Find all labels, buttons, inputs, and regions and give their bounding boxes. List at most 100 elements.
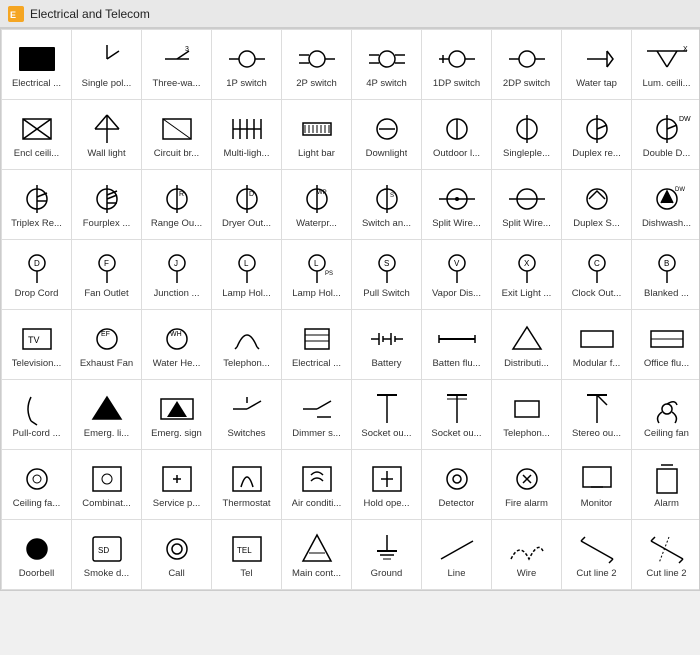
symbol-cell-outdoor-l[interactable]: Outdoor l... bbox=[422, 100, 492, 170]
symbol-cell-thermostat[interactable]: Thermostat bbox=[212, 450, 282, 520]
electrical-box-icon bbox=[15, 40, 59, 78]
symbol-cell-emerg-sign[interactable]: Emerg. sign bbox=[142, 380, 212, 450]
symbol-cell-electrical2[interactable]: Electrical ... bbox=[282, 310, 352, 380]
cell-label-47: Distributi... bbox=[504, 358, 549, 369]
symbol-cell-junction[interactable]: JJunction ... bbox=[142, 240, 212, 310]
cell-label-65: Hold ope... bbox=[364, 498, 410, 509]
symbol-cell-drop-cord[interactable]: DDrop Cord bbox=[2, 240, 72, 310]
symbol-cell-exit-light[interactable]: XExit Light ... bbox=[492, 240, 562, 310]
symbol-cell-switches[interactable]: Switches bbox=[212, 380, 282, 450]
symbol-cell-office-flu[interactable]: Office flu... bbox=[632, 310, 700, 380]
symbol-cell-clock-out[interactable]: CClock Out... bbox=[562, 240, 632, 310]
symbol-cell-water-tap[interactable]: Water tap bbox=[562, 30, 632, 100]
symbol-cell-call[interactable]: Call bbox=[142, 520, 212, 590]
cell-label-59: Ceiling fan bbox=[644, 428, 689, 439]
symbol-cell-telephon2[interactable]: Telephon... bbox=[492, 380, 562, 450]
symbol-cell-emerg-li[interactable]: Emerg. li... bbox=[72, 380, 142, 450]
symbol-cell-cut-line2[interactable]: Cut line 2 bbox=[562, 520, 632, 590]
symbol-cell-battery[interactable]: Battery bbox=[352, 310, 422, 380]
symbol-cell-1p-switch[interactable]: 1P switch bbox=[212, 30, 282, 100]
symbol-cell-lamp-hol1[interactable]: LLamp Hol... bbox=[212, 240, 282, 310]
symbol-cell-wire[interactable]: Wire bbox=[492, 520, 562, 590]
symbol-cell-encl-ceil[interactable]: Encl ceili... bbox=[2, 100, 72, 170]
symbol-cell-batten-flu[interactable]: Batten flu... bbox=[422, 310, 492, 380]
symbol-cell-modular-f[interactable]: Modular f... bbox=[562, 310, 632, 380]
symbol-cell-distributi[interactable]: Distributi... bbox=[492, 310, 562, 380]
wire-icon bbox=[505, 530, 549, 568]
symbol-cell-lamp-hol2[interactable]: LPSLamp Hol... bbox=[282, 240, 352, 310]
symbol-cell-service-p[interactable]: Service p... bbox=[142, 450, 212, 520]
symbol-cell-waterpr[interactable]: WPWaterpr... bbox=[282, 170, 352, 240]
symbol-cell-exhaust-fan[interactable]: EFExhaust Fan bbox=[72, 310, 142, 380]
cell-label-61: Combinat... bbox=[82, 498, 131, 509]
symbol-cell-downlight[interactable]: Downlight bbox=[352, 100, 422, 170]
cell-label-77: Wire bbox=[517, 568, 537, 579]
symbol-cell-blanked[interactable]: BBlanked ... bbox=[632, 240, 700, 310]
symbol-grid: Electrical ...Single pol...3Three-wa...1… bbox=[1, 29, 699, 590]
symbol-cell-socket-ou2[interactable]: Socket ou... bbox=[422, 380, 492, 450]
lamp-hol1-icon: L bbox=[225, 250, 269, 288]
symbol-cell-ceiling-fan[interactable]: Ceiling fan bbox=[632, 380, 700, 450]
symbol-cell-switch-an[interactable]: SSwitch an... bbox=[352, 170, 422, 240]
symbol-cell-three-way[interactable]: 3Three-wa... bbox=[142, 30, 212, 100]
svg-text:L: L bbox=[314, 259, 319, 268]
symbol-cell-television[interactable]: TVTelevision... bbox=[2, 310, 72, 380]
symbol-cell-ceiling-fa[interactable]: Ceiling fa... bbox=[2, 450, 72, 520]
svg-text:WP: WP bbox=[317, 190, 327, 196]
symbol-cell-stereo-ou[interactable]: Stereo ou... bbox=[562, 380, 632, 450]
symbol-cell-split-wire1[interactable]: Split Wire... bbox=[422, 170, 492, 240]
symbol-cell-2p-switch[interactable]: 2P switch bbox=[282, 30, 352, 100]
symbol-cell-telephon1[interactable]: Telephon... bbox=[212, 310, 282, 380]
symbol-cell-air-conditi[interactable]: Air conditi... bbox=[282, 450, 352, 520]
symbol-cell-fire-alarm[interactable]: Fire alarm bbox=[492, 450, 562, 520]
symbol-cell-combinat[interactable]: Combinat... bbox=[72, 450, 142, 520]
cell-label-55: Socket ou... bbox=[361, 428, 411, 439]
symbol-cell-detector[interactable]: Detector bbox=[422, 450, 492, 520]
symbol-cell-socket-ou1[interactable]: Socket ou... bbox=[352, 380, 422, 450]
symbol-cell-multi-light[interactable]: Multi-ligh... bbox=[212, 100, 282, 170]
symbol-cell-ground[interactable]: Ground bbox=[352, 520, 422, 590]
modular-f-icon bbox=[575, 320, 619, 358]
symbol-cell-monitor[interactable]: Monitor bbox=[562, 450, 632, 520]
symbol-cell-dishwash[interactable]: DWDishwash... bbox=[632, 170, 700, 240]
symbol-cell-1dp-switch[interactable]: 1DP switch bbox=[422, 30, 492, 100]
symbol-cell-range-ou[interactable]: RRange Ou... bbox=[142, 170, 212, 240]
outdoor-l-icon bbox=[435, 110, 479, 148]
symbol-cell-2dp-switch[interactable]: 2DP switch bbox=[492, 30, 562, 100]
single-pole-icon bbox=[85, 40, 129, 78]
symbol-cell-doorbell[interactable]: Doorbell bbox=[2, 520, 72, 590]
svg-text:WH: WH bbox=[170, 331, 182, 338]
symbol-cell-tel[interactable]: TELTel bbox=[212, 520, 282, 590]
cell-label-13: Multi-ligh... bbox=[224, 148, 270, 159]
cell-label-69: Alarm bbox=[654, 498, 679, 509]
cell-label-1: Single pol... bbox=[82, 78, 132, 89]
symbol-cell-hold-ope[interactable]: Hold ope... bbox=[352, 450, 422, 520]
symbol-cell-smoke-d[interactable]: SDSmoke d... bbox=[72, 520, 142, 590]
symbol-cell-double-d[interactable]: DWDouble D... bbox=[632, 100, 700, 170]
symbol-cell-wall-light[interactable]: Wall light bbox=[72, 100, 142, 170]
cell-label-78: Cut line 2 bbox=[576, 568, 616, 579]
symbol-cell-dimmer-s[interactable]: Dimmer s... bbox=[282, 380, 352, 450]
symbol-cell-lum-ceil[interactable]: XLum. ceili... bbox=[632, 30, 700, 100]
symbol-cell-vapor-dis[interactable]: VVapor Dis... bbox=[422, 240, 492, 310]
symbol-cell-alarm[interactable]: Alarm bbox=[632, 450, 700, 520]
symbol-cell-singleple[interactable]: Singleple... bbox=[492, 100, 562, 170]
symbol-cell-circuit-br[interactable]: Circuit br... bbox=[142, 100, 212, 170]
symbol-cell-single-pole[interactable]: Single pol... bbox=[72, 30, 142, 100]
symbol-cell-triplex-re[interactable]: Triplex Re... bbox=[2, 170, 72, 240]
symbol-cell-duplex-re[interactable]: Duplex re... bbox=[562, 100, 632, 170]
symbol-cell-fan-outlet[interactable]: FFan Outlet bbox=[72, 240, 142, 310]
symbol-cell-electrical-box[interactable]: Electrical ... bbox=[2, 30, 72, 100]
symbol-cell-light-bar[interactable]: Light bar bbox=[282, 100, 352, 170]
symbol-cell-pull-cord[interactable]: Pull-cord ... bbox=[2, 380, 72, 450]
symbol-cell-main-cont[interactable]: Main cont... bbox=[282, 520, 352, 590]
symbol-cell-pull-switch[interactable]: SPull Switch bbox=[352, 240, 422, 310]
symbol-cell-duplex-s[interactable]: Duplex S... bbox=[562, 170, 632, 240]
symbol-cell-split-wire2[interactable]: Split Wire... bbox=[492, 170, 562, 240]
symbol-cell-fourplex[interactable]: Fourplex ... bbox=[72, 170, 142, 240]
symbol-cell-water-he[interactable]: WHWater He... bbox=[142, 310, 212, 380]
symbol-cell-line[interactable]: Line bbox=[422, 520, 492, 590]
symbol-cell-cut-line2b[interactable]: Cut line 2 bbox=[632, 520, 700, 590]
symbol-cell-dryer-out[interactable]: DDryer Out... bbox=[212, 170, 282, 240]
symbol-cell-4p-switch[interactable]: 4P switch bbox=[352, 30, 422, 100]
